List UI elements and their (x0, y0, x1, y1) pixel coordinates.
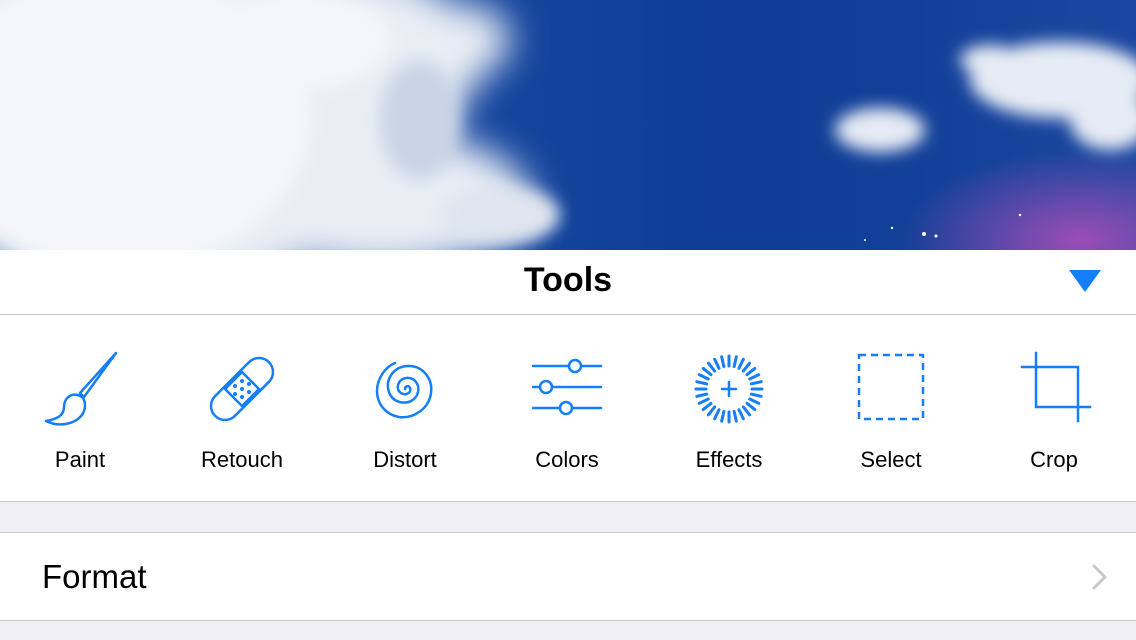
tools-panel-header: Tools (0, 250, 1136, 315)
sky-photo (0, 0, 1136, 250)
sparkle-burst-icon (694, 354, 764, 424)
tool-colors[interactable]: Colors (487, 315, 647, 501)
sliders-icon (531, 358, 603, 416)
tools-row: Paint Retouch Distort Colors Effects Sel… (0, 315, 1136, 502)
format-row[interactable]: Format (0, 532, 1136, 621)
tool-label: Crop (1030, 447, 1078, 472)
crop-icon (1020, 351, 1092, 423)
tool-crop[interactable]: Crop (974, 315, 1134, 501)
tool-label: Retouch (201, 447, 283, 472)
tool-label: Effects (695, 447, 763, 472)
spiral-icon (375, 361, 433, 419)
tool-label: Select (860, 447, 922, 472)
tool-retouch[interactable]: Retouch (162, 315, 322, 501)
format-label: Format (42, 558, 147, 595)
tool-label: Distort (373, 447, 437, 472)
tool-label: Colors (535, 447, 599, 472)
triangle-down-icon (1069, 270, 1101, 292)
collapse-button[interactable] (1068, 268, 1102, 294)
tool-effects[interactable]: Effects (649, 315, 809, 501)
bandage-icon (209, 356, 275, 422)
tool-label: Paint (54, 447, 106, 472)
paintbrush-icon (44, 351, 118, 426)
photo-canvas[interactable] (0, 0, 1136, 250)
chevron-right-icon (1092, 564, 1107, 590)
tool-paint[interactable]: Paint (0, 315, 160, 501)
tool-select[interactable]: Select (811, 315, 971, 501)
panel-title: Tools (523, 261, 613, 299)
tool-distort[interactable]: Distort (325, 315, 485, 501)
dashed-square-icon (857, 353, 925, 421)
